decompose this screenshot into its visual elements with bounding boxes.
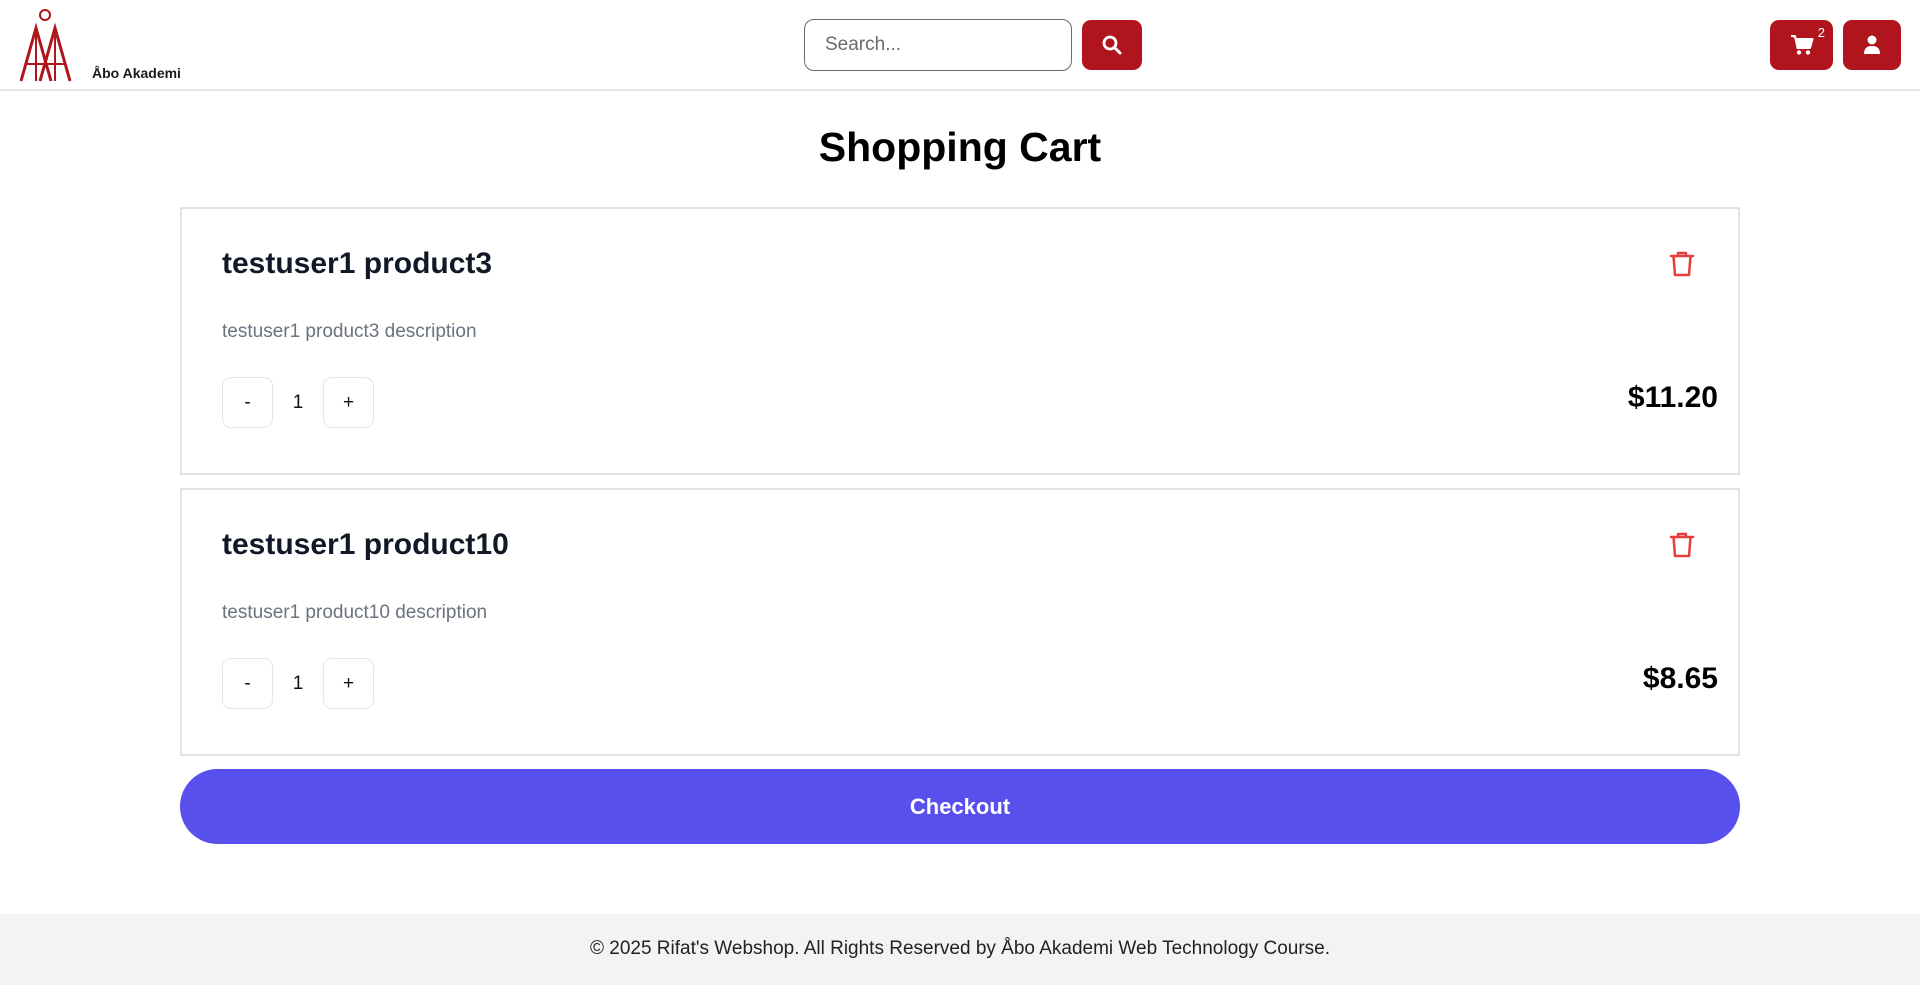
quantity-increase-button[interactable]: +	[323, 658, 374, 709]
search-icon	[1102, 35, 1122, 55]
user-button[interactable]	[1843, 20, 1901, 70]
item-name: testuser1 product10	[222, 528, 509, 561]
logo[interactable]: Åbo Akademi	[18, 8, 183, 83]
quantity-value: 1	[292, 392, 304, 413]
quantity-increase-button[interactable]: +	[323, 377, 374, 428]
header: Åbo Akademi 2	[0, 0, 1920, 91]
item-description: testuser1 product3 description	[222, 321, 477, 342]
quantity-decrease-button[interactable]: -	[222, 377, 273, 428]
page-title: Shopping Cart	[818, 124, 1102, 170]
cart-count-badge: 2	[1817, 25, 1825, 40]
trash-icon	[1669, 251, 1695, 277]
footer-copyright: © 2025 Rifat's Webshop. All Rights Reser…	[589, 938, 1331, 959]
search-input[interactable]	[804, 19, 1072, 71]
delete-button[interactable]	[1666, 247, 1698, 281]
item-price: $8.65	[1642, 662, 1718, 695]
user-icon	[1864, 35, 1880, 54]
footer: © 2025 Rifat's Webshop. All Rights Reser…	[0, 914, 1920, 985]
checkout-button[interactable]: Checkout	[180, 769, 1740, 844]
search-button[interactable]	[1082, 20, 1142, 70]
trash-icon	[1669, 532, 1695, 558]
item-name: testuser1 product3	[222, 247, 493, 280]
page: Åbo Akademi 2 Shopping Cart test	[0, 0, 1920, 985]
cart-icon	[1790, 35, 1813, 55]
cart-item: testuser1 product10 testuser1 product10 …	[180, 488, 1740, 756]
logo-text: Åbo Akademi	[92, 65, 181, 81]
quantity-decrease-button[interactable]: -	[222, 658, 273, 709]
item-description: testuser1 product10 description	[222, 602, 488, 623]
cart-button[interactable]: 2	[1770, 20, 1833, 70]
abo-akademi-logo-icon	[19, 9, 72, 82]
quantity-value: 1	[292, 673, 304, 694]
delete-button[interactable]	[1666, 528, 1698, 562]
item-price: $11.20	[1627, 381, 1718, 414]
cart-item: testuser1 product3 testuser1 product3 de…	[180, 207, 1740, 475]
